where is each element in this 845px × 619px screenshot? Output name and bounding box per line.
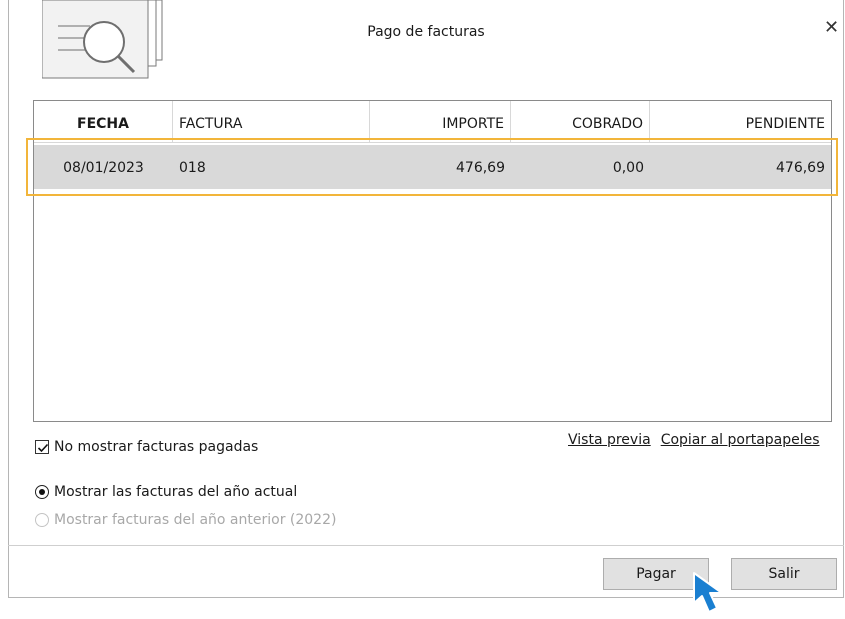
checkmark-icon [37, 443, 49, 453]
radio-current-year[interactable] [35, 485, 49, 499]
hide-paid-checkbox-row[interactable]: No mostrar facturas pagadas [35, 438, 258, 456]
cell-importe: 476,69 [456, 160, 505, 176]
column-header-pendiente[interactable]: PENDIENTE [650, 101, 831, 142]
dialog-title: Pago de facturas [367, 24, 485, 40]
table-header: FECHA FACTURA IMPORTE COBRADO PENDIENTE [34, 101, 831, 143]
radio-previous-year-label: Mostrar facturas del año anterior (2022) [54, 512, 337, 528]
cell-cobrado: 0,00 [612, 160, 644, 176]
column-header-cobrado[interactable]: COBRADO [511, 101, 650, 142]
close-icon[interactable]: ✕ [824, 18, 839, 38]
column-header-fecha[interactable]: FECHA [34, 101, 173, 142]
radio-current-year-row[interactable]: Mostrar las facturas del año actual [35, 483, 297, 501]
preview-link[interactable]: Vista previa [568, 432, 651, 448]
hide-paid-checkbox[interactable] [35, 440, 49, 454]
exit-button[interactable]: Salir [731, 558, 837, 590]
invoice-table: FECHA FACTURA IMPORTE COBRADO PENDIENTE … [33, 100, 832, 422]
cell-fecha: 08/01/2023 [63, 160, 144, 176]
footer-divider [8, 545, 844, 546]
pay-button[interactable]: Pagar [603, 558, 709, 590]
radio-previous-year-row: Mostrar facturas del año anterior (2022) [35, 511, 336, 529]
column-header-factura[interactable]: FACTURA [173, 101, 370, 142]
table-row[interactable]: 08/01/2023 018 476,69 0,00 476,69 [34, 145, 831, 189]
hide-paid-label: No mostrar facturas pagadas [54, 439, 259, 455]
copy-clipboard-link[interactable]: Copiar al portapapeles [661, 432, 820, 448]
document-search-icon [41, 0, 182, 88]
cell-pendiente: 476,69 [776, 160, 825, 176]
radio-current-year-label: Mostrar las facturas del año actual [54, 484, 298, 500]
table-links: Vista previa Copiar al portapapeles [568, 432, 820, 448]
cell-factura: 018 [179, 160, 206, 176]
radio-previous-year [35, 513, 49, 527]
column-header-importe[interactable]: IMPORTE [370, 101, 511, 142]
